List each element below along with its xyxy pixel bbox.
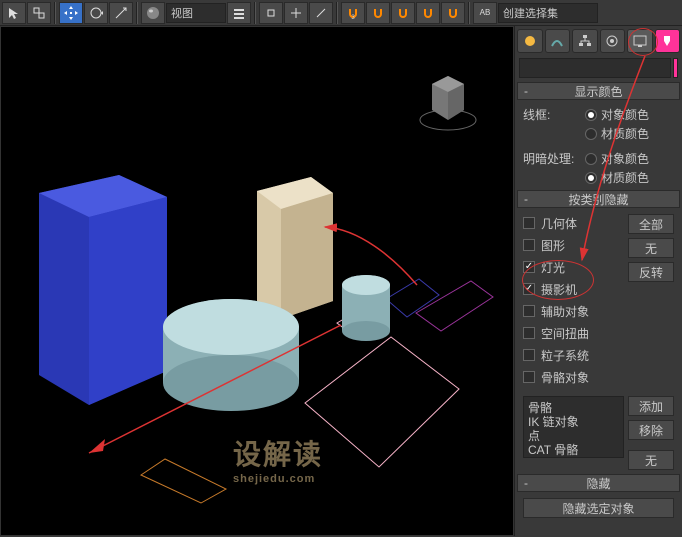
tab-create-icon[interactable]: [517, 29, 543, 53]
tool-center-icon[interactable]: [284, 2, 308, 24]
tool-misc1-icon[interactable]: [309, 2, 333, 24]
tab-utilities-icon[interactable]: [655, 29, 681, 53]
add-button[interactable]: 添加: [628, 396, 674, 416]
watermark: 设解读 shejiedu.com: [233, 433, 323, 485]
viewcube[interactable]: [413, 67, 483, 137]
tool-magnet2-icon[interactable]: [366, 2, 390, 24]
tool-scale-icon[interactable]: [109, 2, 133, 24]
viewport[interactable]: 设解读 shejiedu.com: [0, 26, 514, 536]
tool-sphere-icon[interactable]: [141, 2, 165, 24]
tab-display-icon[interactable]: [627, 29, 653, 53]
wireframe-object-color-radio[interactable]: 对象颜色: [585, 106, 649, 123]
tool-select-icon[interactable]: [2, 2, 26, 24]
hide-check-6[interactable]: 粒子系统: [523, 346, 624, 364]
tool-magnet4-icon[interactable]: [416, 2, 440, 24]
hide-selected-button[interactable]: 隐藏选定对象: [523, 498, 674, 518]
wireframe-label: 线框:: [523, 106, 581, 123]
name-filter-input[interactable]: [519, 58, 671, 78]
shaded-label: 明暗处理:: [523, 150, 581, 167]
hide-invert-button[interactable]: 反转: [628, 262, 674, 282]
none2-button[interactable]: 无: [628, 450, 674, 470]
tool-magnet1-icon[interactable]: 3: [341, 2, 365, 24]
collapse-icon: -: [524, 476, 528, 490]
tool-magnet5-icon[interactable]: [441, 2, 465, 24]
hide-all-button[interactable]: 全部: [628, 214, 674, 234]
tab-modify-icon[interactable]: [545, 29, 571, 53]
shaded-object-color-radio[interactable]: 对象颜色: [585, 150, 649, 167]
tool-rotate-icon[interactable]: [84, 2, 108, 24]
rollout-display-color-header[interactable]: - 显示颜色: [517, 82, 680, 100]
remove-button[interactable]: 移除: [628, 420, 674, 440]
tab-hierarchy-icon[interactable]: [572, 29, 598, 53]
wireframe-material-color-radio[interactable]: 材质颜色: [585, 125, 649, 142]
hide-check-2[interactable]: ✓灯光: [523, 258, 624, 276]
hide-check-5[interactable]: 空间扭曲: [523, 324, 624, 342]
collapse-icon: -: [524, 192, 528, 206]
tool-snap-icon[interactable]: [259, 2, 283, 24]
hide-check-0[interactable]: 几何体: [523, 214, 624, 232]
view-dropdown[interactable]: [166, 3, 226, 23]
hide-check-3[interactable]: ✓摄影机: [523, 280, 624, 298]
color-swatch-button[interactable]: [673, 58, 678, 78]
main-toolbar: 3 AB: [0, 0, 682, 26]
tool-abc-icon[interactable]: AB: [473, 2, 497, 24]
hide-none-button[interactable]: 无: [628, 238, 674, 258]
rollout-hide-category-header[interactable]: - 按类别隐藏: [517, 190, 680, 208]
tool-options-icon[interactable]: [227, 2, 251, 24]
tool-magnet3-icon[interactable]: [391, 2, 415, 24]
collapse-icon: -: [524, 84, 528, 98]
hide-check-1[interactable]: 图形: [523, 236, 624, 254]
bone-listbox[interactable]: 骨骼IK 链对象点CAT 骨骼: [523, 396, 624, 458]
command-panel: - 显示颜色 线框: 对象颜色 材质颜色 明暗处理: 对象颜色 材质颜色 -: [514, 26, 682, 536]
rollout-hide-header[interactable]: - 隐藏: [517, 474, 680, 492]
tab-motion-icon[interactable]: [600, 29, 626, 53]
selection-set-dropdown[interactable]: [498, 3, 598, 23]
tool-linked-icon[interactable]: [27, 2, 51, 24]
shaded-material-color-radio[interactable]: 材质颜色: [585, 169, 649, 186]
hide-check-7[interactable]: 骨骼对象: [523, 368, 624, 386]
tool-move-icon[interactable]: [59, 2, 83, 24]
hide-check-4[interactable]: 辅助对象: [523, 302, 624, 320]
command-panel-tabs: [517, 28, 680, 54]
